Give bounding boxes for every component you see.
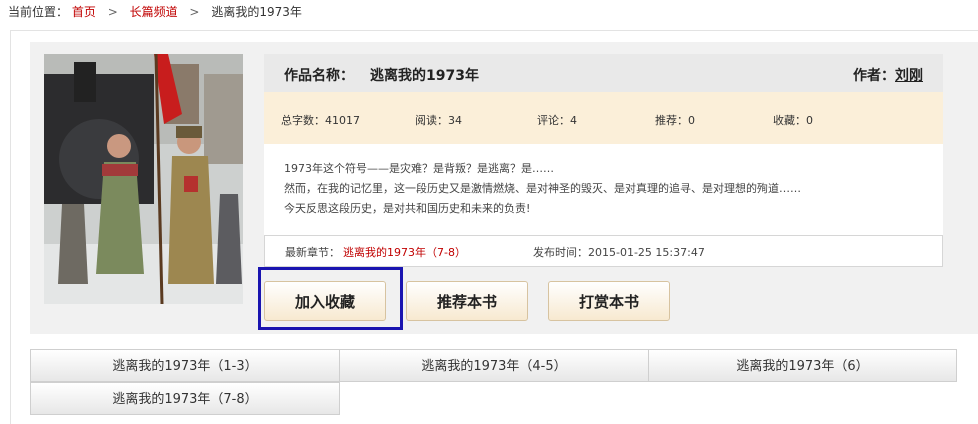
- description-line: 1973年这个符号——是灾难？是背叛？是逃离？是……: [284, 162, 554, 175]
- chapter-link-2[interactable]: 逃离我的1973年（4-5）: [339, 349, 649, 382]
- latest-chapter-bar: 最新章节： 逃离我的1973年（7-8） 发布时间：2015-01-25 15:…: [264, 235, 943, 267]
- book-cover-image[interactable]: [44, 54, 243, 304]
- latest-chapter-link[interactable]: 逃离我的1973年（7-8）: [343, 244, 466, 260]
- cover-painting: [44, 54, 243, 304]
- stats-row: 总字数：41017 阅读：34 评论：4 推荐：0 收藏：0: [264, 92, 943, 144]
- breadcrumb: 当前位置： 首页 > 长篇频道 > 逃离我的1973年: [8, 4, 302, 20]
- add-favorite-button[interactable]: 加入收藏: [264, 281, 386, 321]
- publish-time: 发布时间：2015-01-25 15:37:47: [533, 246, 705, 259]
- title-row: 作品名称： 逃离我的1973年 作者：刘刚: [264, 54, 943, 92]
- author-link[interactable]: 刘刚: [895, 68, 923, 84]
- book-description: 1973年这个符号——是灾难？是背叛？是逃离？是…… 然而，在我的记忆里，这一段…: [284, 159, 934, 219]
- breadcrumb-current: 逃离我的1973年: [211, 5, 302, 19]
- breadcrumb-label: 当前位置：: [8, 5, 69, 19]
- stat-word-count: 总字数：41017: [281, 114, 360, 127]
- stat-recommends: 推荐：0: [655, 114, 695, 127]
- breadcrumb-channel-link[interactable]: 长篇频道: [130, 5, 178, 19]
- stat-comments: 评论：4: [537, 114, 577, 127]
- breadcrumb-separator: >: [107, 5, 118, 19]
- breadcrumb-home-link[interactable]: 首页: [72, 5, 96, 19]
- author-field: 作者：刘刚: [853, 65, 923, 85]
- chapter-link-1[interactable]: 逃离我的1973年（1-3）: [30, 349, 340, 382]
- description-line: 今天反思这段历史，是对共和国历史和未来的负责!: [284, 202, 531, 215]
- description-line: 然而，在我的记忆里，这一段历史又是激情燃烧、是对神圣的毁灭、是对真理的追寻、是对…: [284, 182, 801, 195]
- stat-favorites: 收藏：0: [773, 114, 813, 127]
- book-title: 逃离我的1973年: [370, 68, 479, 84]
- author-label: 作者：: [853, 68, 895, 84]
- title-label: 作品名称：: [284, 68, 354, 84]
- breadcrumb-separator: >: [189, 5, 200, 19]
- recommend-book-button[interactable]: 推荐本书: [406, 281, 528, 321]
- tip-book-button[interactable]: 打赏本书: [548, 281, 670, 321]
- book-details: 作品名称： 逃离我的1973年 作者：刘刚 总字数：41017 阅读：34 评论…: [264, 54, 943, 267]
- stat-reads: 阅读：34: [415, 114, 462, 127]
- chapter-link-3[interactable]: 逃离我的1973年（6）: [648, 349, 957, 382]
- latest-chapter-label: 最新章节：: [285, 246, 340, 259]
- chapter-link-4[interactable]: 逃离我的1973年（7-8）: [30, 382, 340, 415]
